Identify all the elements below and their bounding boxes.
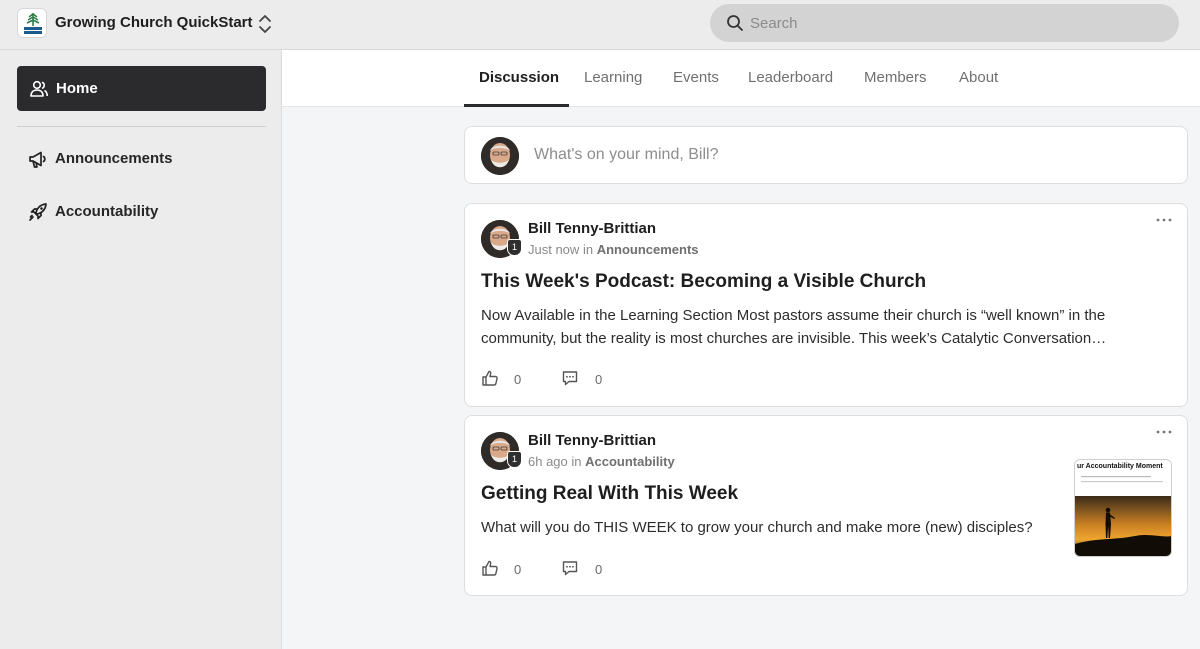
tab-members[interactable]: Members (864, 69, 927, 86)
level-badge: 1 (507, 451, 522, 468)
top-bar: Growing Church QuickStart (0, 0, 1200, 50)
post-composer[interactable]: What's on your mind, Bill? (464, 126, 1188, 184)
comment-count: 0 (595, 372, 603, 387)
active-tab-indicator (464, 104, 569, 107)
post-body: Now Available in the Learning Section Mo… (481, 307, 1107, 347)
post-reactions: 0 0 (481, 559, 641, 579)
post-time: Just now (528, 242, 580, 257)
post-author[interactable]: Bill Tenny-Brittian (528, 220, 656, 237)
sidebar-divider (17, 126, 266, 127)
post-title[interactable]: Getting Real With This Week (481, 483, 738, 505)
app-title[interactable]: Growing Church QuickStart (55, 14, 253, 31)
search-input[interactable] (750, 4, 1150, 42)
users-icon (30, 80, 48, 97)
post-body: What will you do THIS WEEK to grow your … (481, 519, 1033, 536)
post-category-link[interactable]: Accountability (585, 454, 675, 469)
post-in-word: in (571, 454, 582, 469)
post-time: 6h ago (528, 454, 568, 469)
post-meta: Just now in Announcements (528, 242, 699, 257)
like-count: 0 (514, 372, 522, 387)
sidebar-item-label: Accountability (55, 203, 159, 220)
post-in-word: in (582, 242, 594, 257)
post-meta: 6h ago in Accountability (528, 454, 675, 469)
avatar (481, 137, 519, 175)
tab-about[interactable]: About (959, 69, 998, 86)
tab-discussion[interactable]: Discussion (479, 69, 559, 86)
post-title[interactable]: This Week's Podcast: Becoming a Visible … (481, 271, 926, 293)
rocket-icon (29, 203, 47, 221)
level-badge: 1 (507, 239, 522, 256)
sidebar-item-announcements[interactable]: Announcements (17, 140, 266, 176)
like-count: 0 (514, 562, 522, 577)
post-card: 1 Bill Tenny-Brittian Just now in Announ… (464, 203, 1188, 407)
more-options-icon[interactable] (1155, 428, 1173, 436)
like-icon[interactable] (481, 369, 499, 387)
sidebar-item-home[interactable]: Home (17, 66, 266, 111)
chevron-updown-icon[interactable] (256, 12, 274, 36)
composer-placeholder: What's on your mind, Bill? (534, 146, 719, 163)
megaphone-icon (29, 151, 46, 168)
post-card: 1 Bill Tenny-Brittian 6h ago in Accounta… (464, 415, 1188, 596)
post-author[interactable]: Bill Tenny-Brittian (528, 432, 656, 449)
sidebar-item-label: Announcements (55, 150, 173, 167)
sidebar-item-accountability[interactable]: Accountability (17, 193, 266, 229)
post-category-link[interactable]: Announcements (597, 242, 699, 257)
tab-events[interactable]: Events (673, 69, 719, 86)
more-options-icon[interactable] (1155, 216, 1173, 224)
comment-icon[interactable] (561, 369, 579, 387)
tab-learning[interactable]: Learning (584, 69, 642, 86)
search-bar[interactable] (710, 4, 1179, 42)
tab-leaderboard[interactable]: Leaderboard (748, 69, 833, 86)
sunset-silhouette-image (1075, 476, 1171, 556)
comment-icon[interactable] (561, 559, 579, 577)
search-icon (727, 15, 743, 31)
sidebar: Home Announcements Accountability (0, 50, 282, 649)
post-thumbnail[interactable]: ur Accountability Moment (1074, 459, 1172, 557)
growing-church-logo[interactable] (17, 8, 47, 38)
sidebar-item-label: Home (56, 80, 98, 97)
tab-bar: Discussion Learning Events Leaderboard M… (282, 50, 1200, 107)
comment-count: 0 (595, 562, 603, 577)
like-icon[interactable] (481, 559, 499, 577)
post-reactions: 0 0 (481, 369, 641, 389)
